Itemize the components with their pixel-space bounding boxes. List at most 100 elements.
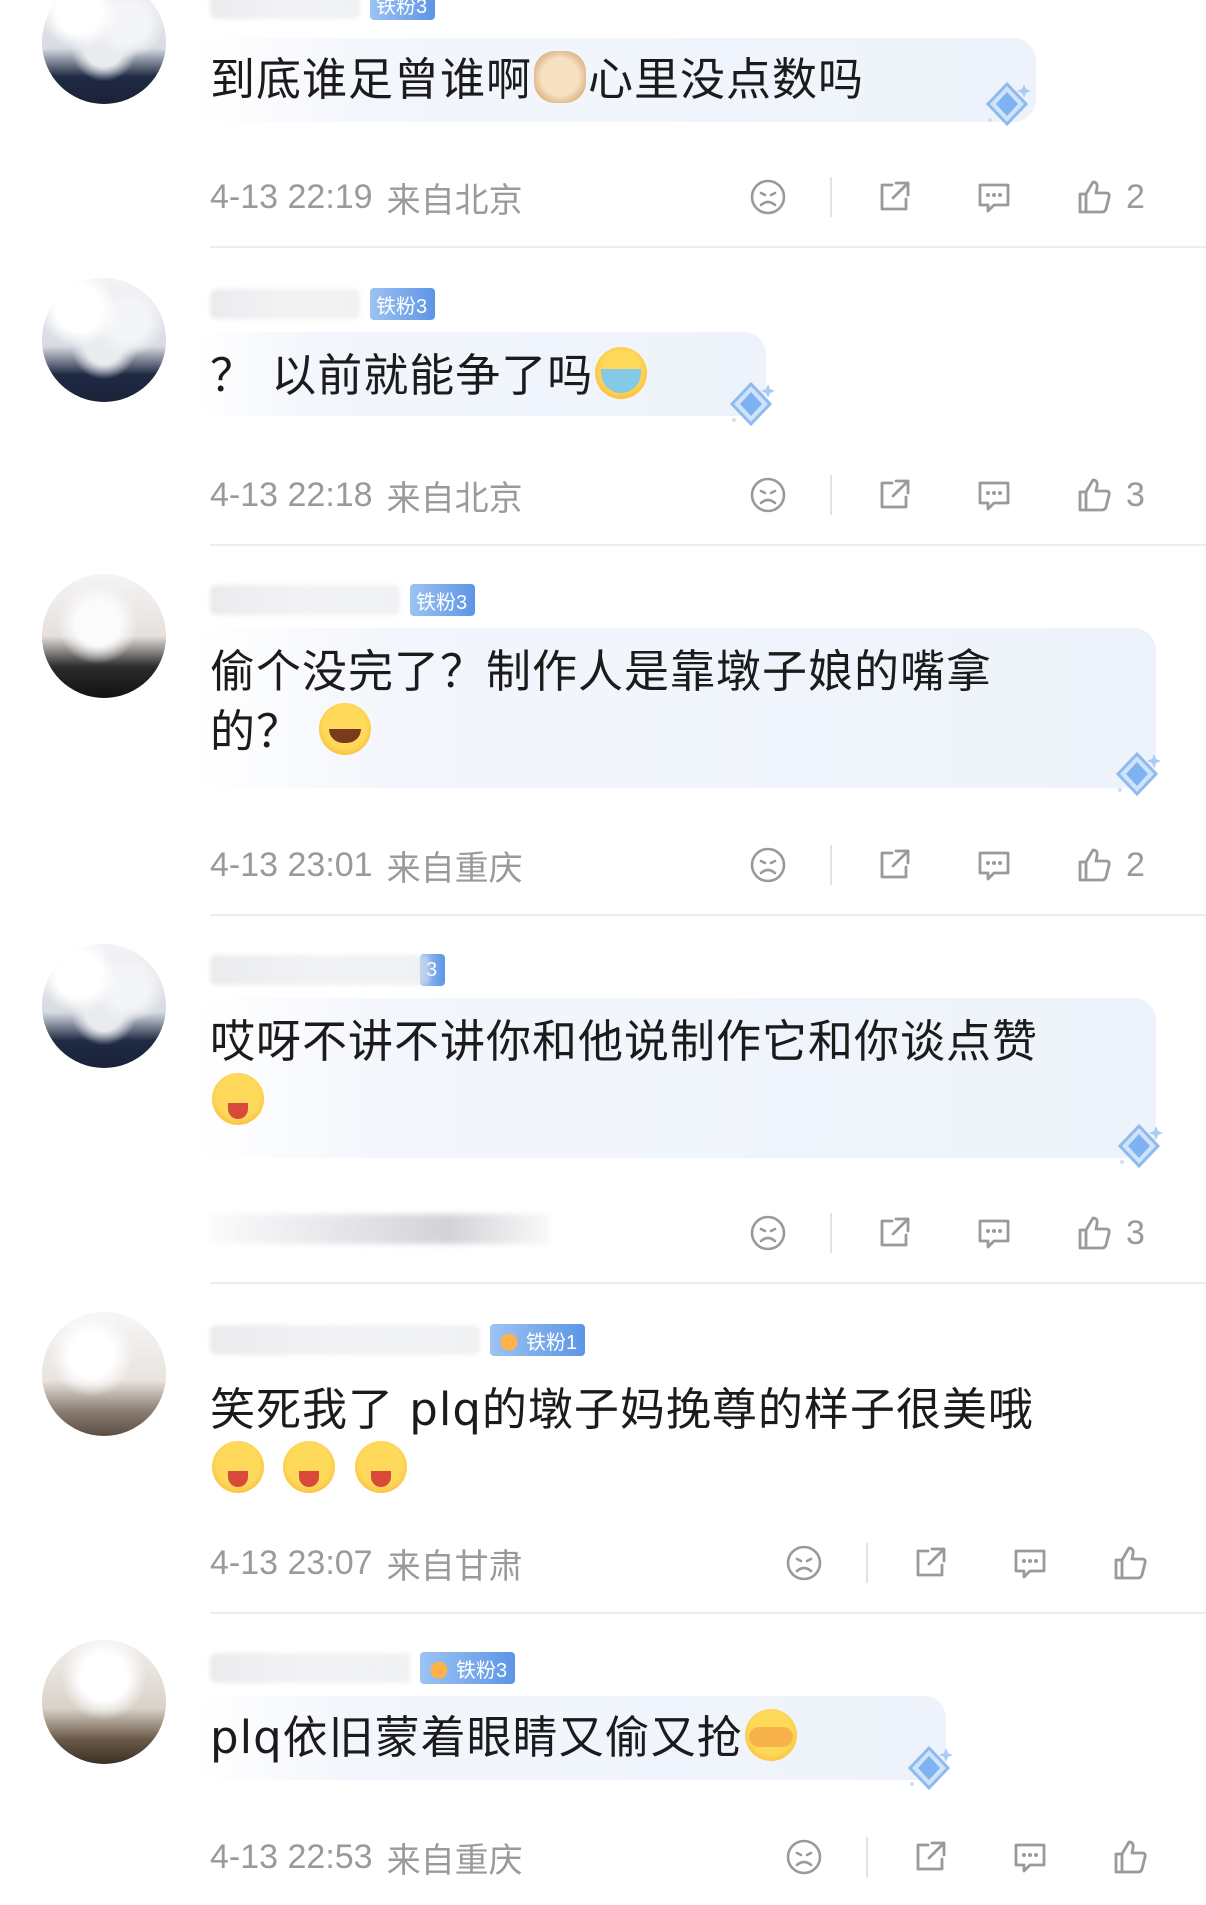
username-line[interactable]: 铁粉3	[210, 0, 436, 22]
comment-text: 偷个没完了？制作人是靠墩子娘的嘴拿 的？	[210, 645, 993, 758]
share-icon[interactable]	[872, 1211, 916, 1255]
sad-face-icon[interactable]	[746, 175, 790, 219]
thumbs-up-icon[interactable]	[1072, 175, 1116, 219]
crown-icon	[426, 1657, 452, 1679]
separator	[210, 1282, 1206, 1284]
comment-meta: 4-13 22:18 来自北京	[210, 470, 523, 520]
comment-location: 来自北京	[386, 181, 523, 220]
laughing-emoji	[319, 703, 372, 755]
separator	[210, 914, 1206, 916]
username-blurred	[210, 0, 360, 19]
cover-eyes-emoji	[744, 1709, 797, 1761]
like-count: 3	[1126, 1213, 1145, 1252]
gem-icon	[980, 78, 1034, 132]
comment-meta: 4-13 22:53 来自重庆	[210, 1832, 523, 1882]
comment-icon[interactable]	[1008, 1835, 1052, 1879]
comment-location: 来自甘肃	[386, 1547, 523, 1586]
comment-text: ？ 以前就能争了吗	[210, 346, 649, 406]
sad-face-icon[interactable]	[746, 1211, 790, 1255]
share-icon[interactable]	[872, 843, 916, 887]
divider	[830, 1213, 832, 1253]
comment-time: 4-13 22:53	[210, 1837, 373, 1876]
comment-icon[interactable]	[972, 843, 1016, 887]
share-icon[interactable]	[908, 1541, 952, 1585]
thumbs-up-icon[interactable]	[1108, 1541, 1152, 1585]
action-bar	[782, 1832, 1152, 1882]
username-line[interactable]: 铁粉3	[210, 286, 436, 322]
username-line[interactable]: 铁粉3	[210, 1650, 516, 1686]
avatar[interactable]	[42, 278, 166, 402]
username-line[interactable]: 3	[210, 952, 446, 988]
avatar[interactable]	[42, 1640, 166, 1764]
fan-badge: 铁粉3	[420, 1652, 516, 1684]
avatar[interactable]	[42, 0, 166, 104]
separator	[210, 544, 1206, 546]
comment-location: 来自重庆	[386, 1841, 523, 1880]
comment-text: plq依旧蒙着眼睛又偷又抢	[210, 1708, 799, 1768]
fan-badge: 铁粉3	[370, 288, 436, 320]
sad-face-icon[interactable]	[782, 1541, 826, 1585]
gem-icon	[1112, 1120, 1166, 1174]
action-bar: 3	[746, 1208, 1145, 1258]
action-bar: 2	[746, 840, 1145, 890]
action-bar	[782, 1538, 1152, 1588]
thumbs-up-icon[interactable]	[1108, 1835, 1152, 1879]
gem-icon	[1110, 748, 1164, 802]
fan-badge: 铁粉1	[490, 1324, 586, 1356]
crown-icon	[496, 1329, 522, 1351]
tongue-emoji	[212, 1073, 264, 1125]
fan-badge: 铁粉3	[410, 584, 476, 616]
comment-text: 笑死我了 plq的墩子妈挽尊的样子很美哦	[210, 1380, 1034, 1500]
comment-icon[interactable]	[972, 175, 1016, 219]
thumbs-up-icon[interactable]	[1072, 1211, 1116, 1255]
avatar[interactable]	[42, 574, 166, 698]
comment-text: 到底谁足曾谁啊 心里没点数吗	[210, 51, 865, 106]
thumbs-up-icon[interactable]	[1072, 473, 1116, 517]
comment-time: 4-13 23:07	[210, 1543, 373, 1582]
share-icon[interactable]	[908, 1835, 952, 1879]
share-icon[interactable]	[872, 473, 916, 517]
comment-icon[interactable]	[1008, 1541, 1052, 1585]
username-line[interactable]: 铁粉3	[210, 582, 476, 618]
cat-emoji	[534, 51, 587, 103]
comment-meta: 4-13 23:01 来自重庆	[210, 840, 523, 890]
divider	[866, 1543, 868, 1583]
thumbs-up-icon[interactable]	[1072, 843, 1116, 887]
username-blurred	[210, 955, 430, 985]
divider	[830, 475, 832, 515]
sad-face-icon[interactable]	[782, 1835, 826, 1879]
gem-icon	[902, 1742, 956, 1796]
tongue-emoji	[283, 1441, 336, 1493]
username-line[interactable]: 铁粉1	[210, 1322, 586, 1358]
gem-icon	[724, 378, 778, 432]
comment-meta: 4-13 22:19 来自北京	[210, 172, 523, 222]
comment-icon[interactable]	[972, 473, 1016, 517]
avatar[interactable]	[42, 944, 166, 1068]
comment-time: 4-13 23:01	[210, 845, 373, 884]
divider	[830, 845, 832, 885]
username-blurred	[210, 1653, 410, 1683]
comment-location: 来自重庆	[386, 849, 523, 888]
sad-face-icon[interactable]	[746, 843, 790, 887]
avatar[interactable]	[42, 1312, 166, 1436]
tongue-emoji	[212, 1441, 264, 1493]
comment-location: 来自北京	[386, 479, 523, 518]
action-bar: 2	[746, 172, 1145, 222]
share-icon[interactable]	[872, 175, 916, 219]
like-count: 3	[1126, 475, 1145, 514]
separator	[210, 246, 1206, 248]
comment-icon[interactable]	[972, 1211, 1016, 1255]
separator	[210, 1612, 1206, 1614]
username-blurred	[210, 289, 360, 319]
divider	[830, 177, 832, 217]
crying-emoji	[595, 347, 648, 399]
fan-badge: 铁粉3	[370, 0, 436, 20]
username-blurred	[210, 1325, 480, 1355]
like-count: 2	[1126, 177, 1145, 216]
comment-meta: 4-13 23:07 来自甘肃	[210, 1538, 523, 1588]
comment-text: 哎呀不讲不讲你和他说制作它和你谈点赞	[210, 1012, 1038, 1132]
tongue-emoji	[354, 1441, 407, 1493]
sad-face-icon[interactable]	[746, 473, 790, 517]
username-blurred	[210, 585, 400, 615]
comment-time: 4-13 22:18	[210, 475, 373, 514]
